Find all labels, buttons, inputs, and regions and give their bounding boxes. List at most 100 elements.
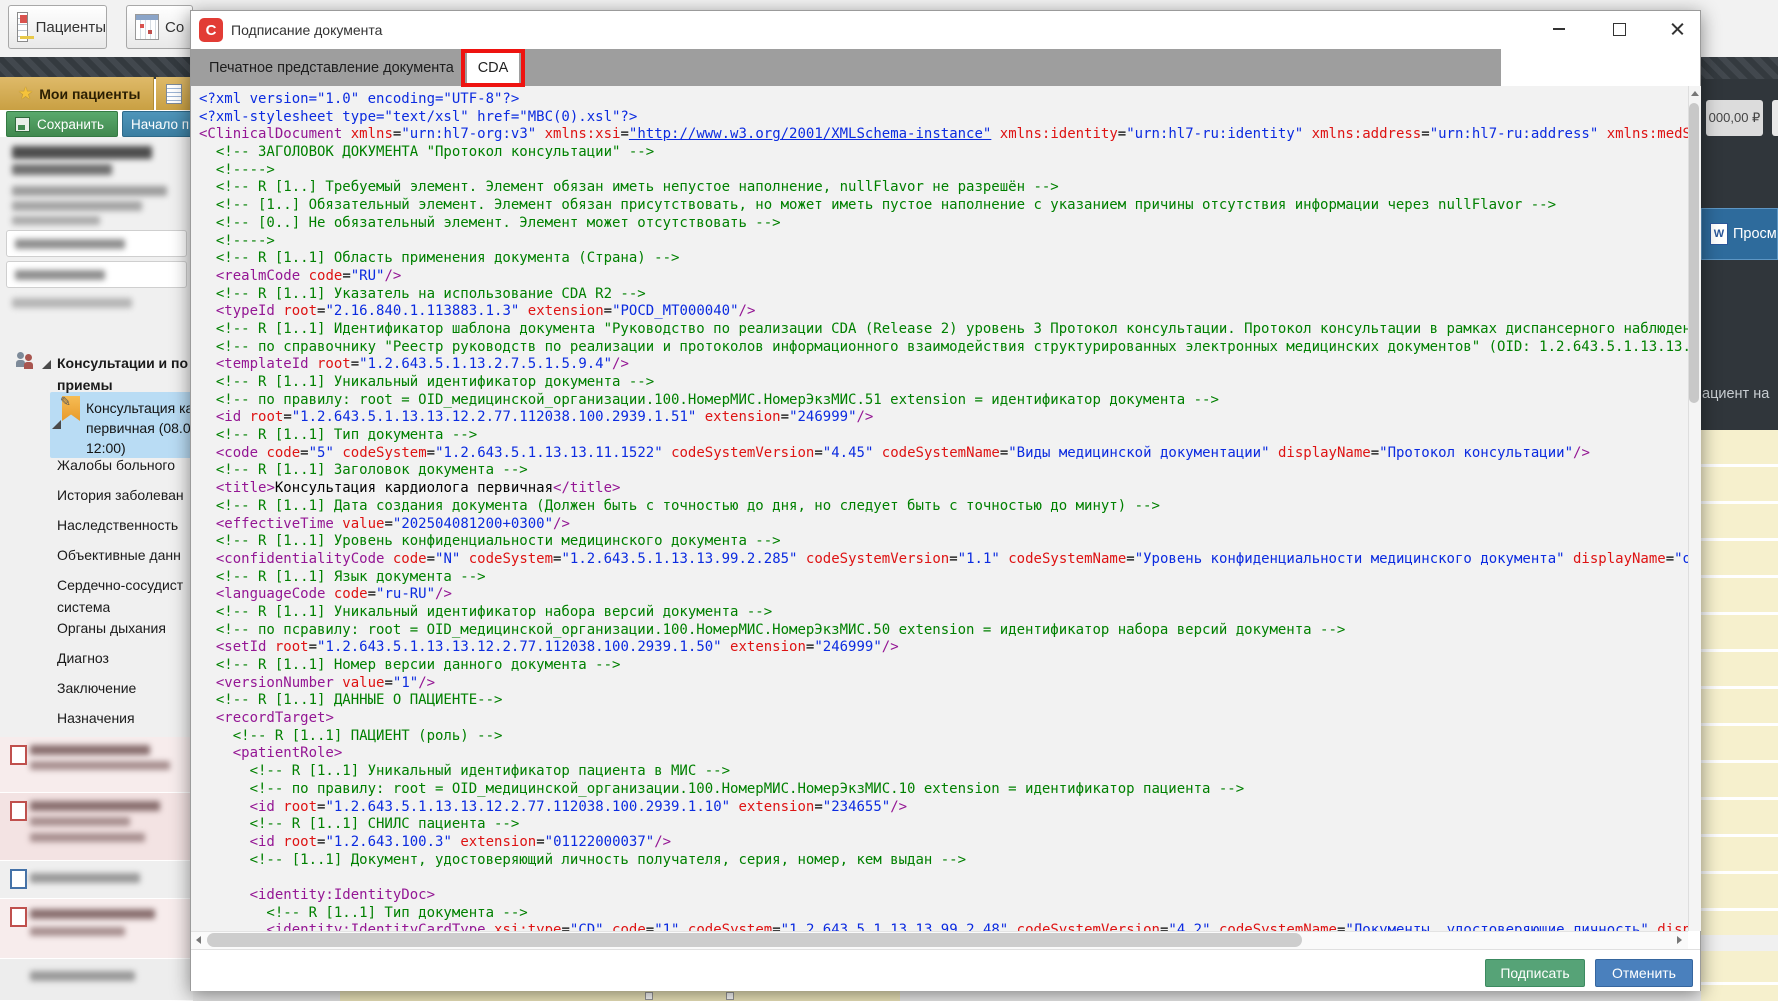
- red-document-icon: [10, 907, 27, 927]
- red-document-icon: [10, 801, 27, 821]
- tab-documents[interactable]: [156, 77, 193, 110]
- xml-line: <id root="1.2.643.100.3" extension="0112…: [199, 834, 1688, 852]
- blurred-field-row[interactable]: [6, 230, 187, 257]
- xml-line: <identity:IdentityCardType xsi:type="CD"…: [199, 922, 1688, 931]
- xml-content[interactable]: <?xml version="1.0" encoding="UTF-8"?><?…: [191, 86, 1688, 931]
- tree-item[interactable]: Сердечно-сосудист: [57, 575, 183, 595]
- start-appointment-button[interactable]: Начало пр: [122, 111, 193, 137]
- selected-item-line1: Консультация ка: [86, 398, 191, 418]
- schedule-button-label: Со: [165, 19, 184, 36]
- tree-item[interactable]: Объективные данн: [57, 545, 181, 565]
- checkbox-fragment[interactable]: [726, 992, 734, 1000]
- xml-line: <templateId root="1.2.643.5.1.13.2.7.5.1…: [199, 356, 1688, 374]
- xml-line: <!-- R [1..1] Дата создания документа (Д…: [199, 498, 1688, 516]
- xml-line: <!-- по правилу: root = OID_медицинской_…: [199, 781, 1688, 799]
- xml-line: <!-- R [1..1] Язык документа -->: [199, 569, 1688, 587]
- xml-line: <!-- R [1..1] СНИЛС пациента -->: [199, 816, 1688, 834]
- blurred-patient-name: [12, 146, 152, 159]
- blurred-history-row[interactable]: [0, 899, 193, 959]
- tree-group-consultations-line2[interactable]: приемы: [57, 375, 113, 395]
- word-document-icon: W: [1710, 223, 1728, 245]
- xml-line: <patientRole>: [199, 745, 1688, 763]
- xml-line: <!-- R [1..1] ДАННЫЕ О ПАЦИЕНТЕ-->: [199, 692, 1688, 710]
- checkbox-fragment[interactable]: [645, 992, 653, 1000]
- tree-group-consultations[interactable]: Консультации и по: [57, 353, 188, 373]
- sign-button[interactable]: Подписать: [1485, 959, 1585, 987]
- blurred-history-row[interactable]: [0, 861, 193, 899]
- dialog-footer: Подписать Отменить: [191, 949, 1700, 991]
- close-button[interactable]: [1657, 15, 1697, 43]
- tree-item[interactable]: Жалобы больного: [57, 455, 175, 475]
- blurred-text: [30, 873, 140, 883]
- xml-line: <typeId root="2.16.840.1.113883.1.3" ext…: [199, 303, 1688, 321]
- blurred-field-row[interactable]: [6, 261, 187, 288]
- tree-item[interactable]: система: [57, 597, 110, 617]
- xml-line: <id root="1.2.643.5.1.13.13.12.2.77.1120…: [199, 799, 1688, 817]
- xml-line: <!---->: [199, 162, 1688, 180]
- patient-card-icon: [17, 12, 28, 42]
- selected-item-line2: первичная (08.04: [86, 418, 191, 438]
- blurred-text: [30, 817, 130, 826]
- tree-item[interactable]: Диагноз: [57, 648, 109, 668]
- blurred-text: [12, 298, 132, 308]
- xml-line: <identity:IdentityDoc>: [199, 887, 1688, 905]
- blurred-history-row[interactable]: [0, 793, 193, 861]
- xml-line: <!-- [1..] Обязательный элемент. Элемент…: [199, 197, 1688, 215]
- maximize-icon: [1613, 23, 1626, 36]
- horizontal-scrollbar-thumb[interactable]: [207, 933, 1302, 947]
- maximize-button[interactable]: [1599, 15, 1639, 43]
- preview-button[interactable]: W Просм: [1701, 208, 1778, 260]
- xml-line: <setId root="1.2.643.5.1.13.13.12.2.77.1…: [199, 639, 1688, 657]
- calendar-icon: [135, 14, 159, 40]
- cancel-button[interactable]: Отменить: [1595, 959, 1693, 987]
- xml-line: <!-- по правилу: root = OID_медицинской_…: [199, 392, 1688, 410]
- xml-line: <id root="1.2.643.5.1.13.13.12.2.77.1120…: [199, 409, 1688, 427]
- minimize-button[interactable]: [1539, 15, 1579, 43]
- blurred-text: [30, 927, 125, 936]
- dialog-titlebar[interactable]: C Подписание документа: [191, 11, 1700, 49]
- patients-button[interactable]: Пациенты: [8, 5, 107, 49]
- tab-my-patients[interactable]: ★ Мои пациенты: [0, 77, 154, 110]
- preview-button-label: Просм: [1733, 226, 1777, 242]
- blurred-text: [30, 761, 170, 770]
- bottom-strip: [193, 991, 340, 1001]
- amount-field-fragment: [1772, 100, 1778, 136]
- schedule-rows: [1701, 430, 1778, 1001]
- sign-document-dialog: C Подписание документа Печатное представ…: [190, 10, 1701, 991]
- blurred-text: [30, 833, 145, 842]
- blurred-history-row[interactable]: [0, 959, 193, 1001]
- cda-annotation-box: [461, 49, 525, 87]
- xml-line: <!-- R [1..1] Уникальный идентификатор н…: [199, 604, 1688, 622]
- amount-field[interactable]: 000,00 ₽: [1706, 100, 1763, 136]
- blurred-history-row[interactable]: [0, 737, 193, 793]
- xml-line: <!-- R [1..1] Идентификатор шаблона доку…: [199, 321, 1688, 339]
- tree-item[interactable]: История заболеван: [57, 485, 184, 505]
- tab-print-view[interactable]: Печатное представление документа: [195, 49, 468, 86]
- xml-line: <versionNumber value="1"/>: [199, 675, 1688, 693]
- schedule-button[interactable]: Со: [126, 5, 193, 49]
- patient-text-fragment: ациент на: [1702, 386, 1769, 402]
- sidebar: [0, 137, 193, 1001]
- blurred-text: [15, 270, 105, 280]
- bottom-strip: [900, 991, 1701, 1001]
- save-button[interactable]: Сохранить: [6, 111, 118, 137]
- red-document-icon: [10, 745, 27, 765]
- tree-item[interactable]: Органы дыхания: [57, 618, 166, 638]
- xml-line: <?xml version="1.0" encoding="UTF-8"?>: [199, 91, 1688, 109]
- xml-line: <!-- R [1..1] Уникальный идентификатор д…: [199, 374, 1688, 392]
- tree-item[interactable]: Назначения: [57, 708, 135, 728]
- dialog-title: Подписание документа: [231, 22, 382, 38]
- tree-item[interactable]: Наследственность: [57, 515, 178, 535]
- xml-line: <!-- R [1..1] Область применения докумен…: [199, 250, 1688, 268]
- blurred-text: [12, 186, 167, 196]
- blurred-text: [12, 201, 142, 211]
- dialog-tab-strip: Печатное представление документа: [191, 49, 1501, 86]
- app-logo-icon: C: [199, 18, 223, 42]
- xml-line: <!-- R [1..1] Заголовок документа -->: [199, 462, 1688, 480]
- tree-item[interactable]: Заключение: [57, 678, 136, 698]
- tab-my-patients-label: Мои пациенты: [39, 86, 140, 102]
- vertical-scrollbar-thumb[interactable]: [1689, 103, 1699, 403]
- xml-line: <code code="5" codeSystem="1.2.643.5.1.1…: [199, 445, 1688, 463]
- floppy-icon: [15, 117, 30, 132]
- xml-line: <!-- R [1..1] Указатель на использование…: [199, 286, 1688, 304]
